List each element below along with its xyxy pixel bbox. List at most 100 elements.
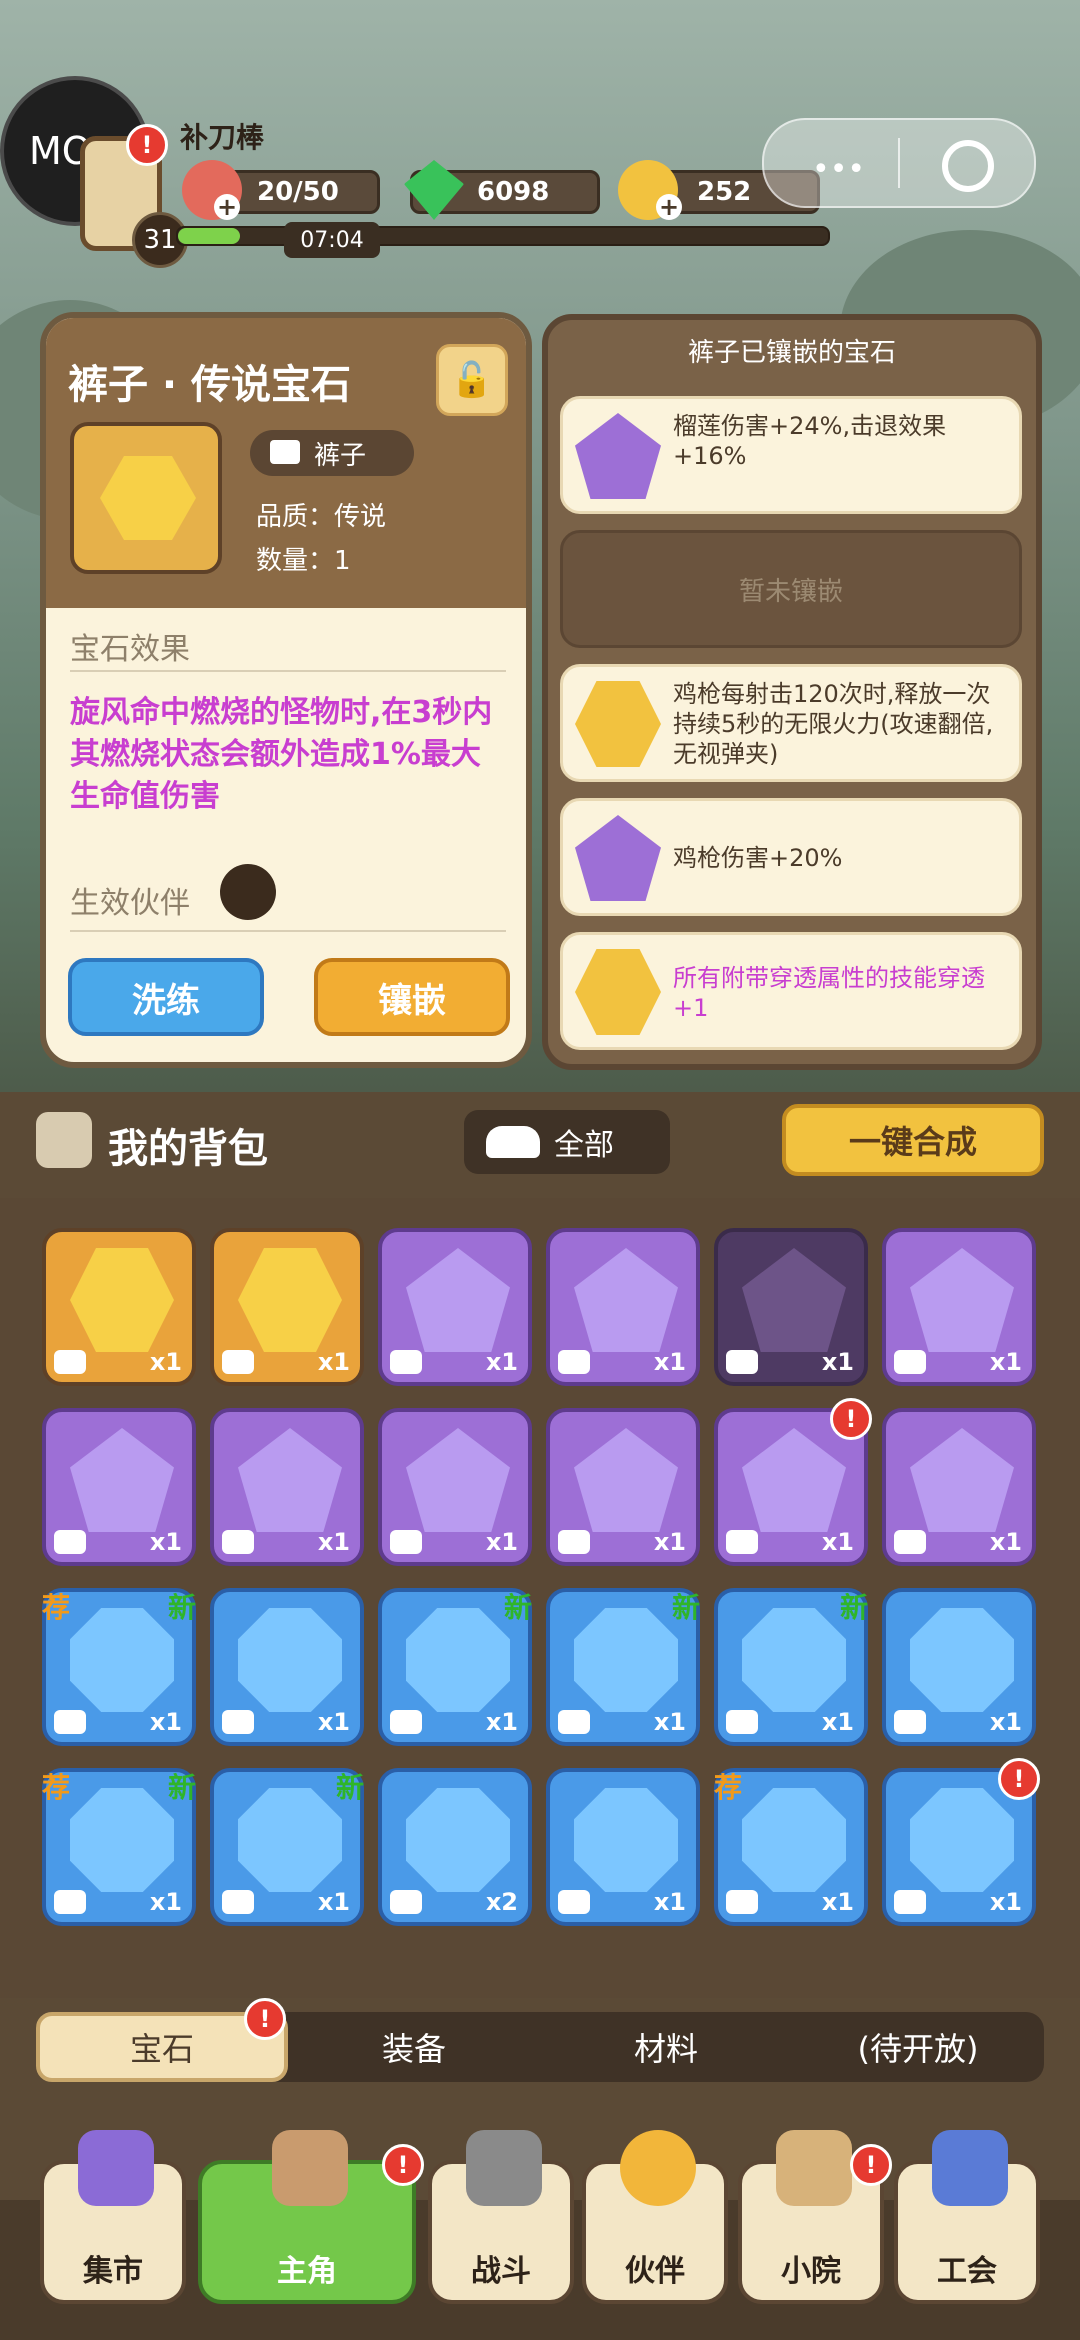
gem-icon: [238, 1248, 342, 1352]
equipment-slot-icon: [894, 1530, 926, 1554]
nav-guild[interactable]: 工会: [894, 2130, 1040, 2304]
nav-battle[interactable]: 战斗: [428, 2130, 574, 2304]
new-badge: 新: [167, 1591, 196, 1624]
mushroom-house-icon: [78, 2130, 154, 2206]
nav-yard-alert: !: [850, 2144, 892, 2186]
gem-tile[interactable]: x1 新 荐: [42, 1588, 196, 1746]
new-badge: 新: [503, 1591, 532, 1624]
gem-icon: [70, 1788, 174, 1892]
gem-tile[interactable]: x1: [378, 1408, 532, 1566]
gem-tile[interactable]: x1 新: [210, 1768, 364, 1926]
equipment-slot-icon: [558, 1710, 590, 1734]
gem-tile[interactable]: x1: [210, 1408, 364, 1566]
gem-tile[interactable]: x1 新 荐: [42, 1768, 196, 1926]
gem-count: x1: [317, 1708, 350, 1736]
avatar-alert-badge: !: [126, 124, 168, 166]
equipment-slot-icon: [222, 1350, 254, 1374]
inlaid-slot[interactable]: 鸡枪每射击120次时,释放一次持续5秒的无限火力(攻速翻倍,无视弹夹): [560, 664, 1022, 782]
gem-count: x1: [485, 1348, 518, 1376]
gem-preview-icon: [70, 422, 222, 574]
inlaid-title: 裤子已镶嵌的宝石: [687, 338, 896, 368]
equipment-slot-icon: [726, 1350, 758, 1374]
equipment-slot-icon: [558, 1530, 590, 1554]
more-icon[interactable]: •••: [812, 152, 865, 187]
gem-count: x1: [821, 1708, 854, 1736]
gem-tile[interactable]: x1: [378, 1228, 532, 1386]
gem-detail-header: 裤子 · 传说宝石 🔓 裤子 品质：传说 数量：1: [46, 318, 526, 608]
gem-tile[interactable]: x1: [42, 1228, 196, 1386]
inlaid-slot[interactable]: 所有附带穿透属性的技能穿透+1: [560, 932, 1022, 1050]
new-badge: 新: [167, 1771, 196, 1804]
equipment-slot-icon: [726, 1890, 758, 1914]
gem-tile[interactable]: x1: [210, 1588, 364, 1746]
gem-tile[interactable]: x1: [882, 1228, 1036, 1386]
gem-tile[interactable]: x1: [546, 1228, 700, 1386]
gem-icon: [406, 1788, 510, 1892]
gem-tile[interactable]: x1!: [882, 1758, 1040, 1926]
add-stamina-icon[interactable]: +: [214, 193, 240, 221]
gem-tile[interactable]: x1: [42, 1408, 196, 1566]
gem-icon: [406, 1428, 510, 1532]
recommended-badge: 荐: [42, 1771, 71, 1804]
hero-icon: [272, 2130, 348, 2206]
filter-dropdown[interactable]: 全部: [464, 1110, 670, 1174]
close-miniapp-icon[interactable]: [942, 140, 994, 192]
new-badge: 新: [335, 1771, 364, 1804]
merge-all-button[interactable]: 一键合成: [782, 1104, 1044, 1176]
gem-tile[interactable]: x1: [882, 1588, 1036, 1746]
equipment-slot-icon: [894, 1350, 926, 1374]
nav-hero[interactable]: 主角: [198, 2130, 416, 2304]
gem-tile[interactable]: x1: [882, 1408, 1036, 1566]
gem-count: x1: [989, 1888, 1022, 1916]
inlaid-gems-panel: 裤子已镶嵌的宝石 榴莲伤害+24%,击退效果+16% 暂未镶嵌 鸡枪每射击120…: [542, 314, 1042, 1070]
inlaid-slot[interactable]: 鸡枪伤害+20%: [560, 798, 1022, 916]
recommended-badge: 荐: [42, 1591, 71, 1624]
equipment-slot-icon: [54, 1530, 86, 1554]
gem-icon: [910, 1248, 1014, 1352]
gem-count: x1: [989, 1348, 1022, 1376]
gem-tile[interactable]: x1: [546, 1768, 700, 1926]
equipment-slot-icon: [894, 1890, 926, 1914]
tab-materials[interactable]: 材料: [540, 2012, 792, 2082]
gem-tile[interactable]: x1: [714, 1228, 868, 1386]
equipment-slot-icon: [726, 1530, 758, 1554]
gem-tile[interactable]: x1 新: [546, 1588, 700, 1746]
add-coins-icon[interactable]: +: [656, 193, 682, 221]
gem-icon: [406, 1248, 510, 1352]
equipment-slot-icon: [558, 1350, 590, 1374]
nav-partners[interactable]: 伙伴: [582, 2130, 728, 2304]
gem-tile[interactable]: x1: [210, 1228, 364, 1386]
gem-icon: [574, 1248, 678, 1352]
gem-icon: [574, 1788, 678, 1892]
tab-equipment[interactable]: 装备: [288, 2012, 540, 2082]
gem-tile[interactable]: x1 新: [378, 1588, 532, 1746]
gem-count: x1: [149, 1348, 182, 1376]
gem-icon: [742, 1788, 846, 1892]
effect-header: 宝石效果: [70, 632, 190, 667]
gem-count: x1: [485, 1708, 518, 1736]
gem-detail-card: 裤子 · 传说宝石 🔓 裤子 品质：传说 数量：1 宝石效果 旋风命中燃烧的怪物…: [40, 312, 532, 1068]
flower-icon[interactable]: [220, 864, 276, 920]
gem-tile[interactable]: x1: [546, 1408, 700, 1566]
inlaid-slot-empty[interactable]: 暂未镶嵌: [560, 530, 1022, 648]
stamina-timer: 07:04: [284, 222, 380, 258]
gem-count: x1: [821, 1348, 854, 1376]
gem-tile[interactable]: x1 荐: [714, 1768, 868, 1926]
cloud-icon: [486, 1126, 540, 1158]
nav-market[interactable]: 集市: [40, 2130, 186, 2304]
tab-locked[interactable]: (待开放): [792, 2012, 1044, 2082]
effect-text: 旋风命中燃烧的怪物时,在3秒内其燃烧状态会额外造成1%最大生命值伤害: [70, 695, 493, 814]
tower-icon: [776, 2130, 852, 2206]
inlaid-slot[interactable]: 榴莲伤害+24%,击退效果+16%: [560, 396, 1022, 514]
gem-count: x1: [317, 1888, 350, 1916]
reforge-button[interactable]: 洗练: [68, 958, 264, 1036]
gem-tile[interactable]: x1 新: [714, 1588, 868, 1746]
gem-tile[interactable]: x2: [378, 1768, 532, 1926]
gem-count: x1: [149, 1708, 182, 1736]
equipment-slot-icon: [894, 1710, 926, 1734]
gem-tile[interactable]: x1!: [714, 1398, 872, 1566]
inlay-button[interactable]: 镶嵌: [314, 958, 510, 1036]
equipment-slot-icon: [390, 1350, 422, 1374]
xp-bar: [176, 226, 830, 246]
lock-icon[interactable]: 🔓: [436, 344, 508, 416]
